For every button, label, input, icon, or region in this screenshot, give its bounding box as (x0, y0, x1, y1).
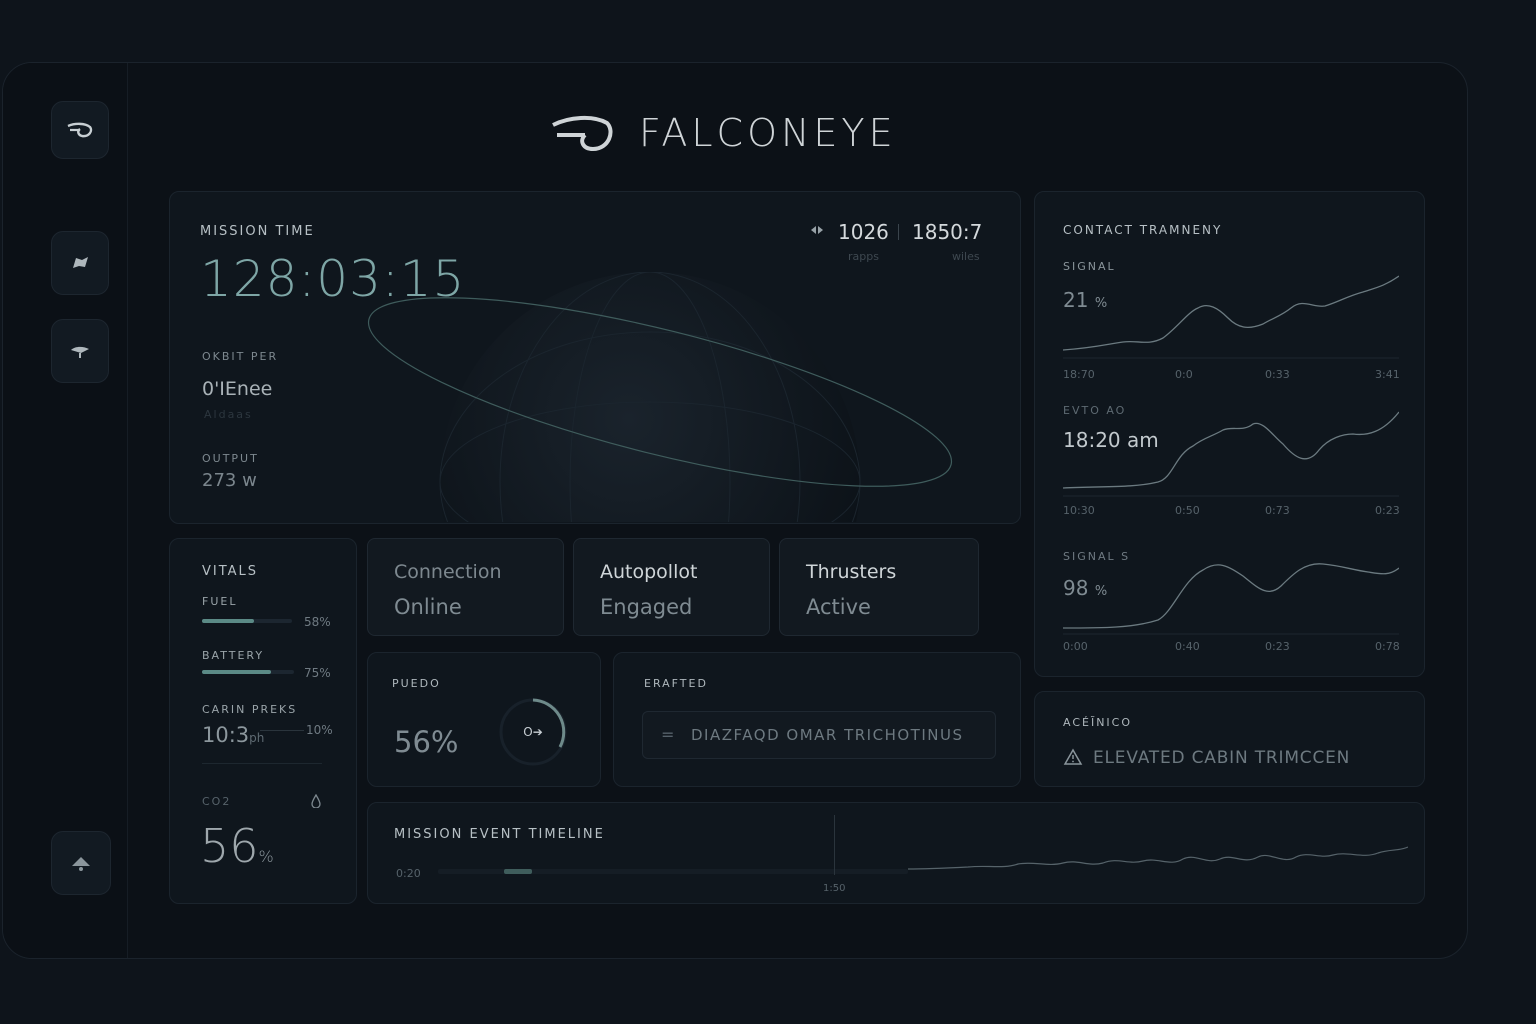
satellite-nav-button[interactable] (51, 319, 109, 383)
cabin-value: 10:3ph (202, 723, 264, 747)
timeline-title: MISSION EVENT TIMELINE (394, 827, 605, 842)
chart-1-tick: 0:0 (1175, 368, 1193, 381)
cabin-label: CARIN PREKS (202, 703, 298, 716)
puedo-panel: PUEDO 56% O➔ (367, 652, 601, 787)
droplet-icon (310, 793, 322, 812)
warning-icon (1063, 748, 1083, 770)
vitals-panel: VITALS FUEL 58% BATTERY 75% CARIN PREKS … (169, 538, 357, 904)
thrusters-status: Active (806, 595, 871, 619)
timeline-start: 0:20 (396, 867, 421, 880)
battery-percent: 75% (304, 666, 331, 680)
erafted-value: DIAZFAQD OMAR TRICHOTINUS (691, 726, 964, 744)
erafted-label: ERAFTED (644, 677, 708, 690)
vitals-divider (202, 763, 322, 764)
puedo-dial[interactable]: O➔ (498, 697, 568, 767)
fuel-label: FUEL (202, 595, 238, 608)
telemetry-panel: CONTACT TRAMNENY SIGNAL 21 % 18:70 0:0 0… (1034, 191, 1425, 677)
fuel-bar (202, 619, 292, 623)
signal-sparkline-1 (1063, 275, 1399, 359)
brand-name: FALCONEYE (639, 111, 897, 155)
co2-value: 56% (200, 819, 274, 873)
equals-icon: = (661, 725, 675, 744)
up-arrow-icon (72, 857, 90, 871)
battery-bar-fill (202, 670, 271, 674)
connection-title: Connection (394, 561, 502, 583)
cabin-percent: 10% (306, 723, 333, 737)
autopilot-title: Autopollot (600, 561, 698, 583)
chart-1-tick: 18:70 (1063, 368, 1095, 381)
stat-a-sub: rapps (848, 250, 879, 263)
connection-status: Online (394, 595, 462, 619)
side-rail (3, 63, 128, 958)
chart-3-tick: 0:40 (1175, 640, 1200, 653)
timeline-handle[interactable] (504, 869, 532, 874)
falcon-logo-icon (67, 122, 93, 138)
timeline-waveform (908, 846, 1408, 870)
chart-1-tick: 0:33 (1265, 368, 1290, 381)
co2-number: 56 (200, 819, 259, 873)
timeline-marker: 1:50 (823, 883, 846, 894)
output-value: 273 w (202, 470, 257, 491)
app-window: FALCONEYE MISSION TIME 128:03:15 1026 18… (2, 62, 1468, 959)
chart-2-tick: 10:30 (1063, 504, 1095, 517)
chart-1-tick: 3:41 (1375, 368, 1400, 381)
fuel-bar-fill (202, 619, 255, 623)
vitals-title: VITALS (202, 564, 259, 579)
mission-time-label: MISSION TIME (200, 224, 315, 239)
output-label: OUTPUT (202, 452, 259, 465)
puedo-label: PUEDO (392, 677, 441, 690)
stat-a-value: 1026 (838, 220, 889, 244)
battery-bar (202, 670, 294, 674)
stat-divider (898, 224, 899, 240)
orbit-label: OKBIT PER (202, 350, 279, 363)
timeline-panel: MISSION EVENT TIMELINE 0:20 1:50 (367, 802, 1425, 904)
brand-header: FALCONEYE (551, 109, 897, 157)
logo-button[interactable] (51, 101, 109, 159)
chart-2-tick: 0:23 (1375, 504, 1400, 517)
map-icon (73, 257, 88, 268)
chart-2-tick: 0:73 (1265, 504, 1290, 517)
cabin-number: 10:3 (202, 723, 250, 747)
orbit-value: 0'IEnee (202, 378, 273, 400)
autopilot-card[interactable]: Autopollot Engaged (573, 538, 770, 636)
orbit-sub: Aldaas (204, 408, 253, 421)
erafted-panel: ERAFTED = DIAZFAQD OMAR TRICHOTINUS (613, 652, 1021, 787)
chart-2-tick: 0:50 (1175, 504, 1200, 517)
falcon-logo-icon (552, 116, 613, 152)
co2-unit: % (258, 847, 274, 866)
puedo-value: 56% (394, 725, 459, 759)
alert-text: ELEVATED CABIN TRIMCCEN (1093, 748, 1351, 768)
autopilot-status: Engaged (600, 595, 693, 619)
battery-label: BATTERY (202, 649, 265, 662)
stat-b-sub: wiles (952, 250, 980, 263)
planet-visual (367, 272, 953, 522)
mission-panel: MISSION TIME 128:03:15 1026 1850:7 rapps… (169, 191, 1021, 524)
launch-button[interactable] (51, 831, 111, 895)
alert-panel[interactable]: ACÉĨNICO ELEVATED CABIN TRIMCCEN (1034, 691, 1425, 787)
erafted-field[interactable]: = DIAZFAQD OMAR TRICHOTINUS (642, 711, 996, 759)
cabin-line (260, 730, 304, 731)
alert-label: ACÉĨNICO (1063, 716, 1133, 729)
mission-time-value: 128:03:15 (200, 250, 466, 308)
co2-label: CO2 (202, 795, 232, 808)
expand-icon[interactable] (810, 222, 824, 236)
fuel-percent: 58% (304, 615, 331, 629)
dial-text: O➔ (523, 725, 543, 739)
event-sparkline-2 (1063, 411, 1399, 497)
signal-sparkline-3 (1063, 563, 1399, 635)
timeline-marker-line (834, 815, 835, 875)
stat-b-value: 1850:7 (912, 220, 983, 244)
telemetry-title: CONTACT TRAMNENY (1063, 223, 1223, 237)
chart-3-tick: 0:23 (1265, 640, 1290, 653)
thrusters-title: Thrusters (806, 561, 897, 583)
map-nav-button[interactable] (51, 231, 109, 295)
thrusters-card[interactable]: Thrusters Active (779, 538, 979, 636)
satellite-icon (71, 346, 89, 358)
chart-3-tick: 0:78 (1375, 640, 1400, 653)
cabin-unit: ph (249, 731, 265, 745)
connection-card[interactable]: Connection Online (367, 538, 564, 636)
chart-3-tick: 0:00 (1063, 640, 1088, 653)
